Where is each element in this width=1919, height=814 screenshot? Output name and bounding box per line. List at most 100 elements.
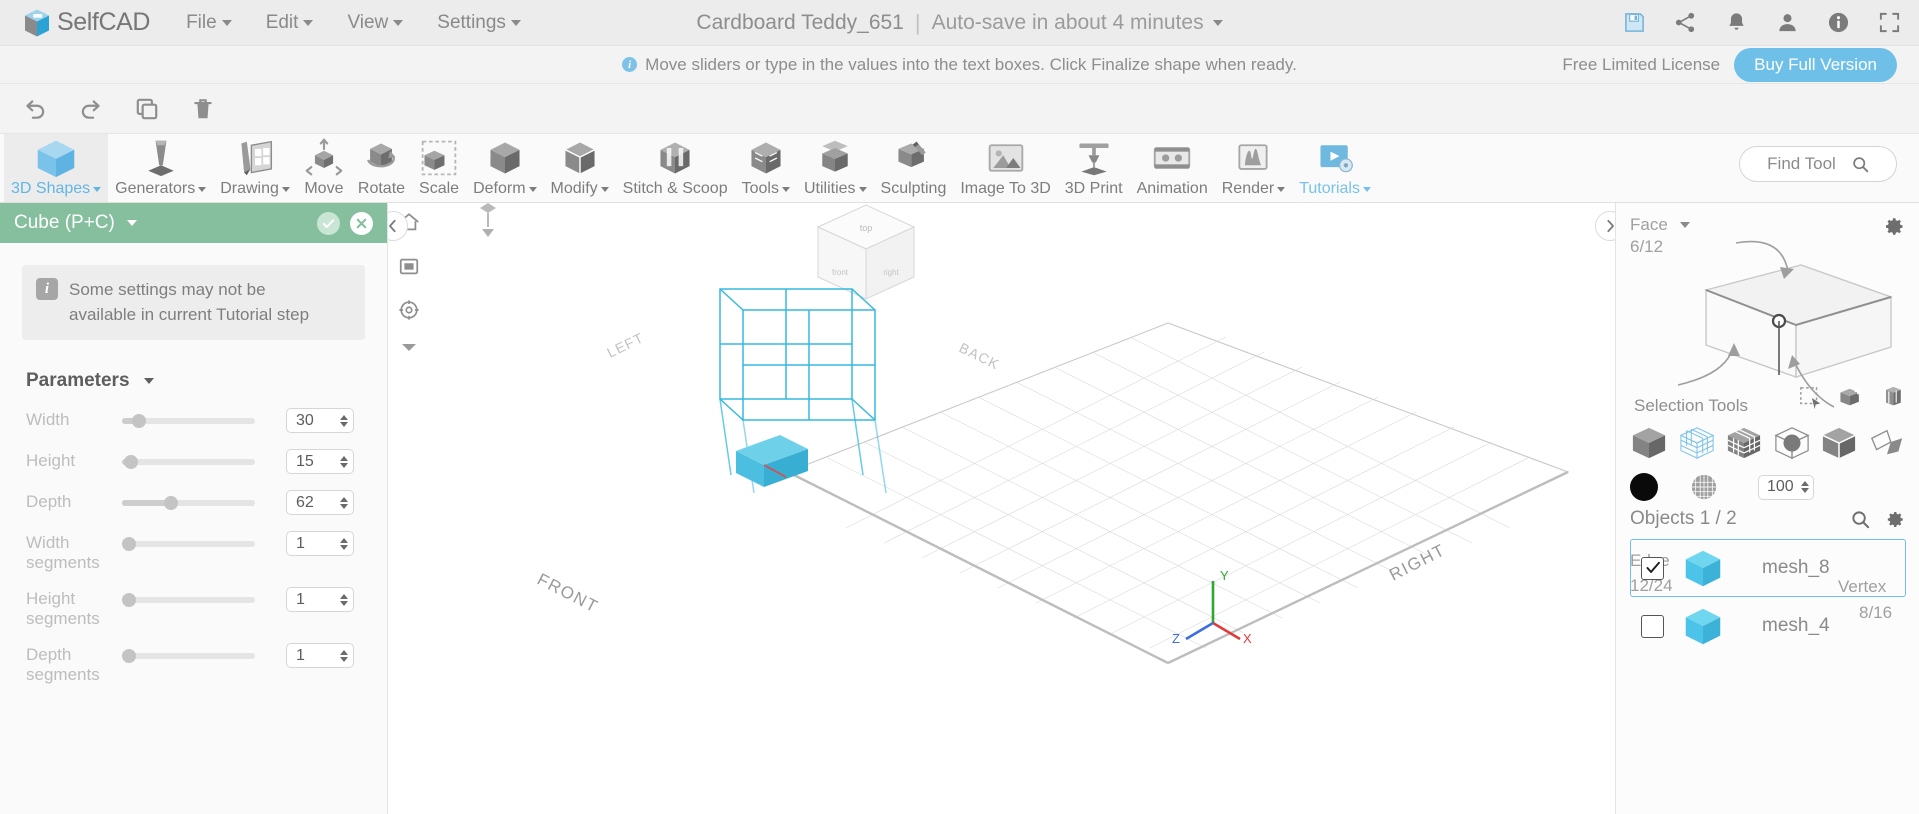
stepper-up-icon[interactable] bbox=[340, 496, 348, 502]
menu-item-view[interactable]: View bbox=[347, 12, 404, 34]
stepper-down-icon[interactable] bbox=[1801, 488, 1809, 493]
unfold-mode-icon[interactable] bbox=[1868, 425, 1906, 461]
save-icon[interactable] bbox=[1623, 11, 1646, 34]
gear-icon[interactable] bbox=[1886, 510, 1905, 529]
tool-deform[interactable]: Deform bbox=[466, 134, 543, 202]
wireframe-cube-mode-icon[interactable] bbox=[1678, 425, 1716, 461]
depth-segments-slider[interactable] bbox=[122, 647, 255, 665]
axis-gizmo[interactable]: Y X Z bbox=[1172, 568, 1252, 646]
stepper-up-icon[interactable] bbox=[340, 593, 348, 599]
stepper-arrows[interactable] bbox=[340, 455, 348, 468]
color-swatch[interactable] bbox=[1630, 473, 1658, 501]
height-slider[interactable] bbox=[122, 453, 255, 471]
texture-sphere-icon[interactable] bbox=[1690, 473, 1718, 501]
object-row-mesh-4[interactable]: mesh_4 bbox=[1630, 597, 1906, 655]
stepper-up-icon[interactable] bbox=[340, 649, 348, 655]
cancel-shape-button[interactable] bbox=[350, 211, 373, 235]
project-title[interactable]: Cardboard Teddy_651 bbox=[696, 11, 903, 35]
stepper-down-icon[interactable] bbox=[340, 503, 348, 509]
tool-scale[interactable]: Scale bbox=[412, 134, 466, 202]
undo-button[interactable] bbox=[22, 96, 48, 122]
tool-drawing[interactable]: Drawing bbox=[213, 134, 297, 202]
slider-knob[interactable] bbox=[124, 455, 138, 470]
tool-generators[interactable]: Generators bbox=[108, 134, 213, 202]
stepper-arrows[interactable] bbox=[340, 496, 348, 509]
sphere-in-cube-mode-icon[interactable] bbox=[1773, 425, 1811, 461]
height-segments-slider[interactable] bbox=[122, 591, 255, 609]
slider-knob[interactable] bbox=[122, 649, 136, 664]
confirm-shape-button[interactable] bbox=[317, 211, 340, 235]
tool-modify[interactable]: Modify bbox=[544, 134, 616, 202]
shape-panel-title-group[interactable]: Cube (P+C) bbox=[14, 212, 137, 234]
rect-select-icon[interactable] bbox=[1799, 386, 1823, 410]
stepper-arrows[interactable] bbox=[1801, 481, 1809, 493]
autosave-status[interactable]: Auto-save in about 4 minutes bbox=[932, 11, 1223, 35]
width-slider[interactable] bbox=[122, 412, 255, 430]
tool-tools[interactable]: Tools bbox=[735, 134, 797, 202]
menu-item-edit[interactable]: Edit bbox=[266, 12, 314, 34]
stepper-arrows[interactable] bbox=[340, 593, 348, 606]
object-checkbox[interactable] bbox=[1641, 614, 1664, 638]
subdivided-cube-mode-icon[interactable] bbox=[1725, 425, 1763, 461]
stepper-arrows[interactable] bbox=[340, 537, 348, 550]
tool-tutorials[interactable]: Tutorials bbox=[1292, 134, 1378, 202]
split-cube-mode-icon[interactable] bbox=[1820, 425, 1858, 461]
share-icon[interactable] bbox=[1674, 11, 1697, 34]
scene-canvas[interactable]: top front right FRONT RIGHT LEFT BACK Y … bbox=[388, 203, 1615, 814]
search-icon[interactable] bbox=[1851, 510, 1870, 529]
stepper-down-icon[interactable] bbox=[340, 462, 348, 468]
height-input[interactable]: 15 bbox=[286, 449, 354, 475]
slider-knob[interactable] bbox=[122, 593, 136, 608]
slider-knob[interactable] bbox=[122, 537, 136, 552]
stepper-arrows[interactable] bbox=[340, 649, 348, 662]
stepper-up-icon[interactable] bbox=[340, 455, 348, 461]
height-segments-input[interactable]: 1 bbox=[286, 587, 354, 613]
redo-button[interactable] bbox=[78, 96, 104, 122]
slider-knob[interactable] bbox=[132, 414, 146, 429]
multi-object-select-icon[interactable] bbox=[1880, 386, 1905, 410]
object-row-mesh-8[interactable]: mesh_8 bbox=[1630, 539, 1906, 597]
menu-item-settings[interactable]: Settings bbox=[437, 12, 521, 34]
view-axis-control[interactable] bbox=[480, 203, 496, 237]
tool-sculpting[interactable]: Sculpting bbox=[874, 134, 954, 202]
menu-item-file[interactable]: File bbox=[186, 12, 232, 34]
stepper-up-icon[interactable] bbox=[340, 414, 348, 420]
depth-segments-input[interactable]: 1 bbox=[286, 643, 354, 669]
stepper-down-icon[interactable] bbox=[340, 600, 348, 606]
notifications-bell-icon[interactable] bbox=[1725, 11, 1748, 34]
slider-knob[interactable] bbox=[164, 496, 178, 511]
tool-3d-shapes[interactable]: 3D Shapes bbox=[4, 134, 109, 202]
tool-rotate[interactable]: Rotate bbox=[351, 134, 412, 202]
find-tool-search[interactable]: Find Tool bbox=[1739, 146, 1897, 182]
stepper-arrows[interactable] bbox=[340, 414, 348, 427]
stepper-down-icon[interactable] bbox=[340, 656, 348, 662]
brand-logo[interactable]: SelfCAD bbox=[22, 8, 150, 38]
solid-cube-mode-icon[interactable] bbox=[1630, 425, 1668, 461]
stepper-up-icon[interactable] bbox=[1801, 481, 1809, 486]
tool-image-to-3d[interactable]: Image To 3D bbox=[953, 134, 1057, 202]
user-account-icon[interactable] bbox=[1776, 11, 1799, 34]
tool-render[interactable]: Render bbox=[1215, 134, 1292, 202]
stepper-up-icon[interactable] bbox=[340, 537, 348, 543]
depth-input[interactable]: 62 bbox=[286, 490, 354, 516]
tool-move[interactable]: Move bbox=[297, 134, 351, 202]
delete-button[interactable] bbox=[190, 96, 216, 122]
object-checkbox[interactable] bbox=[1641, 556, 1664, 580]
copy-button[interactable] bbox=[134, 96, 160, 122]
buy-full-version-button[interactable]: Buy Full Version bbox=[1734, 47, 1897, 82]
fullscreen-icon[interactable] bbox=[1878, 11, 1901, 34]
width-segments-slider[interactable] bbox=[122, 535, 255, 553]
3d-viewport[interactable]: top front right FRONT RIGHT LEFT BACK Y … bbox=[388, 203, 1615, 814]
add-object-select-icon[interactable] bbox=[1839, 386, 1864, 410]
stepper-down-icon[interactable] bbox=[340, 544, 348, 550]
tool-3d-print[interactable]: 3D Print bbox=[1058, 134, 1130, 202]
info-icon[interactable] bbox=[1827, 11, 1850, 34]
tool-animation[interactable]: Animation bbox=[1130, 134, 1215, 202]
tool-utilities[interactable]: Utilities bbox=[797, 134, 874, 202]
width-input[interactable]: 30 bbox=[286, 408, 354, 434]
width-segments-input[interactable]: 1 bbox=[286, 531, 354, 557]
parameters-section-header[interactable]: Parameters bbox=[26, 370, 387, 392]
opacity-input[interactable]: 100 bbox=[1758, 474, 1814, 500]
stepper-down-icon[interactable] bbox=[340, 421, 348, 427]
tool-stitch-and-scoop[interactable]: Stitch & Scoop bbox=[616, 134, 735, 202]
